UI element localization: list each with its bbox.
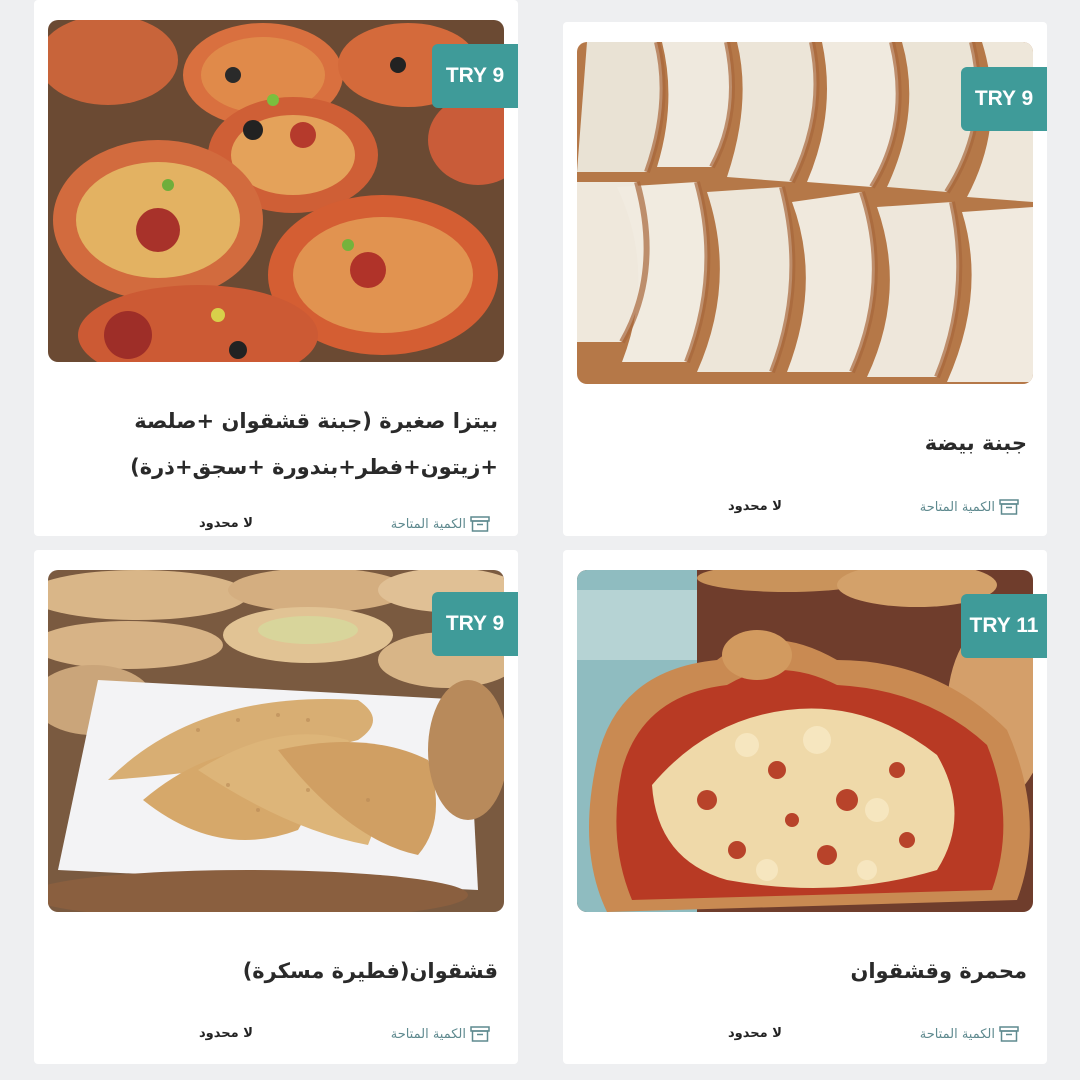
availability-label-text: الكمية المتاحة (919, 499, 995, 515)
archive-box-icon (999, 1026, 1019, 1042)
product-title: جبنة بيضة (583, 420, 1027, 466)
product-title: محمرة وقشقوان (583, 948, 1027, 994)
product-card[interactable]: TRY 9 بيتزا صغيرة (جبنة قشقوان +صلصة +زي… (34, 0, 518, 536)
availability-value: لا محدود (728, 1026, 782, 1041)
product-title: قشقوان(فطيرة مسكرة) (54, 948, 498, 994)
product-card[interactable]: TRY 11 محمرة وقشقوان الكمية المتاحة لا م… (563, 550, 1047, 1064)
product-title-line: بيتزا صغيرة (جبنة قشقوان +صلصة (134, 409, 498, 433)
availability-label-text: الكمية المتاحة (390, 516, 466, 532)
availability-label-text: الكمية المتاحة (390, 1026, 466, 1042)
availability-value: لا محدود (199, 1026, 253, 1041)
product-card[interactable]: TRY 9 قشقوان(فطيرة مسكرة) الكمية المتاحة… (34, 550, 518, 1064)
product-title-line: +زيتون+فطر+بندورة +سجق+ذرة) (130, 455, 498, 479)
archive-box-icon (999, 499, 1019, 515)
price-badge: TRY 9 (961, 67, 1047, 131)
product-title: بيتزا صغيرة (جبنة قشقوان +صلصة +زيتون+فط… (54, 398, 498, 490)
archive-box-icon (470, 1026, 490, 1042)
price-badge: TRY 9 (432, 592, 518, 656)
availability-label: الكمية المتاحة (391, 516, 490, 532)
product-title-line: قشقوان(فطيرة مسكرة) (242, 959, 498, 983)
product-card[interactable]: TRY 9 جبنة بيضة الكمية المتاحة لا محدود (563, 22, 1047, 536)
archive-box-icon (470, 516, 490, 532)
availability-label-text: الكمية المتاحة (919, 1026, 995, 1042)
availability-label: الكمية المتاحة (920, 499, 1019, 515)
availability-label: الكمية المتاحة (391, 1026, 490, 1042)
product-title-line: محمرة وقشقوان (850, 959, 1027, 983)
product-title-line: جبنة بيضة (924, 431, 1027, 455)
availability-label: الكمية المتاحة (920, 1026, 1019, 1042)
availability-value: لا محدود (199, 516, 253, 531)
price-badge: TRY 9 (432, 44, 518, 108)
availability-value: لا محدود (728, 499, 782, 514)
price-badge: TRY 11 (961, 594, 1047, 658)
